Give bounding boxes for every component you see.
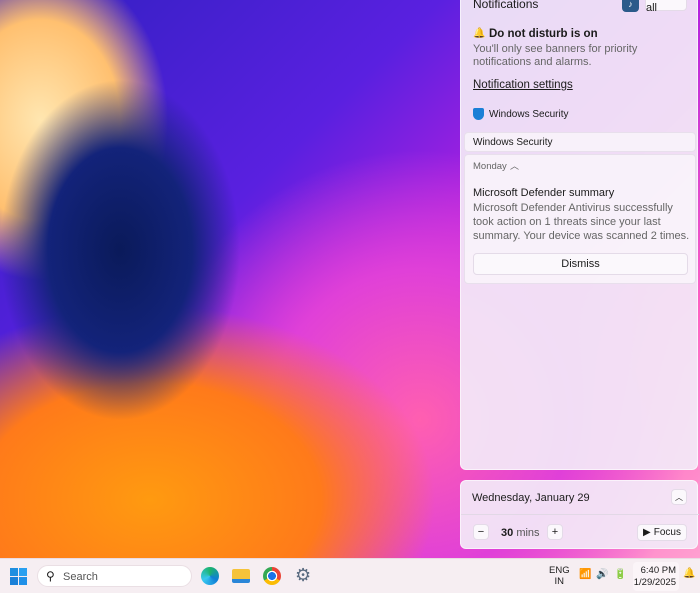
- bell-snooze-icon: ♪: [628, 0, 633, 9]
- settings-gear-icon[interactable]: ⚙: [295, 565, 311, 586]
- plus-icon: +: [551, 526, 559, 538]
- volume-icon[interactable]: 🔊: [596, 569, 608, 580]
- focus-duration: 30: [501, 527, 514, 539]
- notification-card[interactable]: Monday ︿ Microsoft Defender summary Micr…: [464, 154, 696, 284]
- decrease-focus-button[interactable]: −: [473, 524, 489, 540]
- region-code: IN: [554, 576, 565, 587]
- notification-center: Notifications ♪ Clear all 🔔 Do not distu…: [460, 0, 698, 470]
- search-placeholder: Search: [63, 571, 98, 583]
- dismiss-button[interactable]: Dismiss: [473, 253, 688, 275]
- dnd-description: You'll only see banners for priority not…: [473, 43, 638, 68]
- collapse-calendar-button[interactable]: ︿: [671, 489, 687, 505]
- increase-focus-button[interactable]: +: [547, 524, 563, 540]
- app-name: Windows Security: [489, 109, 569, 120]
- group-header[interactable]: Windows Security: [464, 132, 696, 152]
- time: 6:40 PM: [640, 565, 676, 576]
- notifications-title: Notifications: [473, 0, 539, 11]
- taskbar: ⚲ Search ⚙ ENG IN 📶 🔊 🔋 6:40 PM 1/29/2025 …: [0, 558, 700, 593]
- dismiss-label: Dismiss: [561, 258, 600, 270]
- battery-icon[interactable]: 🔋: [614, 569, 626, 580]
- start-button[interactable]: [10, 568, 27, 585]
- notification-settings-link[interactable]: Notification settings: [473, 79, 573, 91]
- lang-code: ENG: [549, 565, 570, 576]
- divider: [461, 514, 699, 515]
- notification-body: Microsoft Defender Antivirus successfull…: [473, 202, 690, 242]
- edge-icon[interactable]: [201, 567, 219, 585]
- dnd-title: Do not disturb is on: [489, 28, 598, 40]
- group-header-label: Windows Security: [473, 137, 553, 148]
- calendar-panel: Wednesday, January 29 ︿ − 30 mins + ▶ Foc…: [460, 480, 699, 549]
- language-indicator[interactable]: ENG IN: [549, 565, 570, 587]
- shield-icon: [473, 108, 484, 120]
- focus-label: Focus: [653, 527, 681, 538]
- focus-unit: mins: [516, 527, 540, 539]
- wifi-icon[interactable]: 📶: [579, 569, 591, 580]
- calendar-date: Wednesday, January 29: [472, 492, 590, 504]
- notification-bell-icon[interactable]: 🔔: [683, 568, 695, 579]
- focus-button[interactable]: ▶ Focus: [637, 524, 687, 541]
- clear-all-label: Clear all: [646, 0, 672, 14]
- clock[interactable]: 6:40 PM 1/29/2025: [633, 562, 679, 591]
- chrome-icon[interactable]: [263, 567, 281, 585]
- chevron-up-icon: ︿: [675, 492, 683, 502]
- file-explorer-icon[interactable]: [232, 569, 250, 583]
- clear-all-button[interactable]: Clear all: [645, 0, 687, 14]
- dnd-toggle-button[interactable]: ♪: [622, 0, 639, 12]
- chevron-up-icon[interactable]: ︿: [510, 159, 519, 172]
- notification-day: Monday: [473, 161, 507, 172]
- bell-snooze-icon: 🔔: [473, 28, 486, 39]
- notification-title: Microsoft Defender summary: [473, 187, 615, 199]
- search-box[interactable]: ⚲ Search: [37, 565, 192, 587]
- minus-icon: −: [477, 526, 485, 538]
- date: 1/29/2025: [633, 577, 676, 588]
- play-icon: ▶: [643, 527, 651, 538]
- search-icon: ⚲: [46, 569, 55, 583]
